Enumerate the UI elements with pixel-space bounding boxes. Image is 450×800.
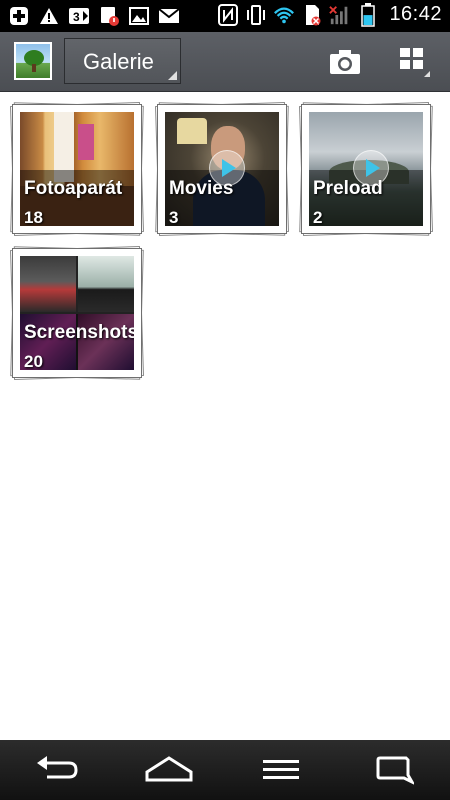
- album-name: Screenshots: [24, 322, 134, 343]
- album-name: Preload: [313, 178, 383, 199]
- album-tile[interactable]: Movies 3: [154, 101, 290, 237]
- grid-view-icon: [400, 48, 430, 77]
- gallery-app-icon[interactable]: [14, 42, 52, 80]
- clock: 16:42: [389, 3, 442, 25]
- album-thumbnail: Screenshots 20: [20, 256, 134, 370]
- album-count: 20: [24, 352, 43, 370]
- qslide-button[interactable]: [364, 745, 424, 795]
- action-bar-title: Galerie: [83, 49, 154, 74]
- battery-icon: [357, 2, 379, 27]
- album-thumbnail: Movies 3: [165, 112, 279, 226]
- camera-icon: [330, 50, 360, 74]
- menu-icon: [263, 760, 300, 779]
- navigation-bar: [0, 740, 450, 800]
- action-bar: Galerie: [0, 32, 450, 92]
- view-mode-button[interactable]: [392, 42, 432, 82]
- vibrate-icon: [245, 4, 267, 26]
- album-count: 3: [169, 208, 179, 226]
- status-bar: 3 16:42: [0, 0, 450, 32]
- nfc-icon: [217, 3, 239, 26]
- warning-icon: [38, 5, 60, 27]
- no-sim-icon: [301, 4, 323, 26]
- plus-box-icon: [8, 5, 30, 27]
- back-button[interactable]: [26, 745, 86, 795]
- svg-text:3: 3: [73, 10, 80, 24]
- mail-icon: [158, 5, 180, 27]
- notification-alert-icon: [98, 5, 120, 27]
- back-icon: [37, 756, 78, 779]
- qslide-icon: [376, 756, 414, 785]
- signal-icon: [329, 4, 351, 26]
- album-thumbnail: Preload 2: [309, 112, 423, 226]
- gallery-icon: [128, 5, 150, 27]
- album-name: Fotoaparát: [24, 178, 123, 199]
- album-count: 2: [313, 208, 323, 226]
- home-icon: [145, 756, 193, 782]
- album-count: 18: [24, 208, 43, 226]
- camera-button[interactable]: [325, 42, 365, 82]
- album-tile[interactable]: Preload 2: [298, 101, 434, 237]
- gallery-view-selector[interactable]: Galerie: [64, 38, 181, 84]
- album-thumbnail: Fotoaparát 18: [20, 112, 134, 226]
- dropdown-corner-icon: [168, 71, 177, 80]
- album-tile[interactable]: Fotoaparát 18: [9, 101, 145, 237]
- home-button[interactable]: [139, 745, 199, 795]
- menu-button[interactable]: [251, 745, 311, 795]
- 3g-icon: 3: [68, 5, 90, 27]
- album-name: Movies: [169, 178, 234, 199]
- album-tile[interactable]: Screenshots 20: [9, 245, 145, 381]
- wifi-icon: [273, 4, 295, 26]
